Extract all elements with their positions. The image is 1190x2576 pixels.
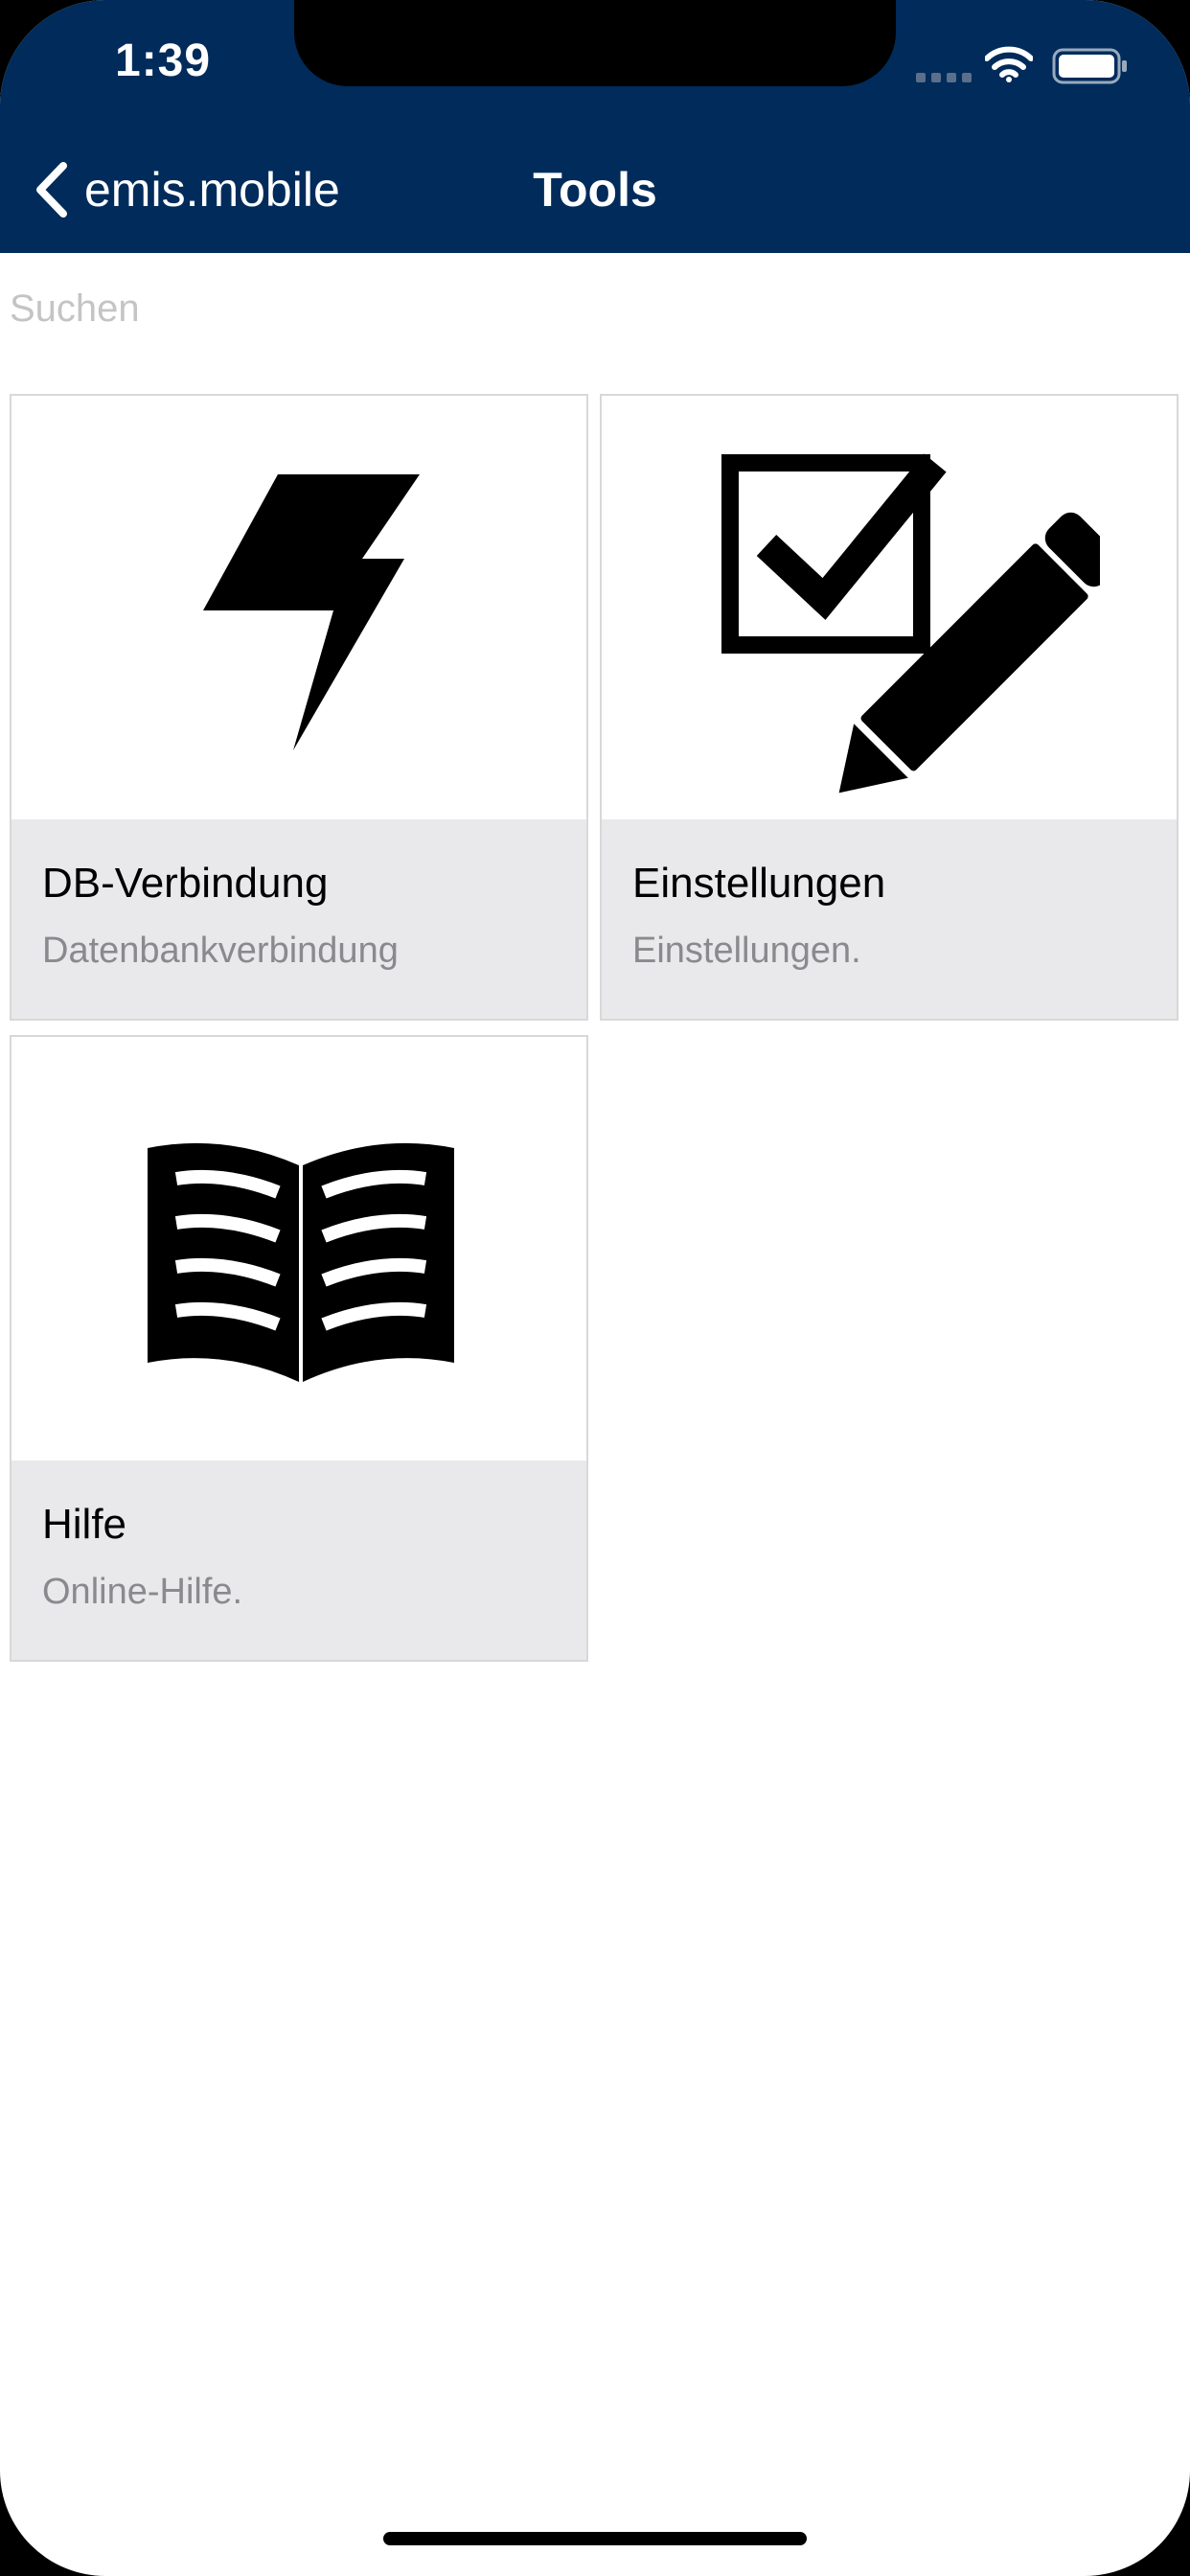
cellular-signal-icon [916,73,972,82]
battery-icon [1052,48,1127,84]
status-time: 1:39 [115,35,212,86]
tile-title: Hilfe [42,1501,127,1548]
back-button[interactable]: emis.mobile [31,151,340,228]
tile-subtitle: Online-Hilfe. [42,1572,243,1612]
tile-image [11,1037,586,1460]
lightning-bolt-icon [203,474,420,750]
tile-subtitle: Datenbankverbindung [42,931,399,971]
navigation-header: 1:39 emis.mobile Tools [0,0,1190,253]
tile-subtitle: Einstellungen. [632,931,861,971]
tile-caption: Hilfe Online-Hilfe. [11,1460,586,1660]
tile-hilfe[interactable]: Hilfe Online-Hilfe. [10,1035,588,1662]
search-input[interactable] [10,278,1159,339]
device-notch [294,0,896,86]
app-screen: 1:39 emis.mobile Tools Suchen DB-Verbind… [0,0,1190,2576]
tile-caption: DB-Verbindung Datenbankverbindung [11,819,586,1019]
tile-db-verbindung[interactable]: DB-Verbindung Datenbankverbindung [10,394,588,1021]
chevron-left-icon [36,162,67,218]
back-button-label: emis.mobile [84,163,340,217]
tile-title: Einstellungen [632,860,886,907]
tile-image [602,396,1177,819]
tile-caption: Einstellungen Einstellungen. [602,819,1177,1019]
checkbox-pencil-icon [721,453,1100,794]
open-book-icon [148,1142,454,1382]
tile-title: DB-Verbindung [42,860,329,907]
wifi-icon [985,46,1033,82]
tile-einstellungen[interactable]: Einstellungen Einstellungen. [600,394,1179,1021]
home-indicator[interactable] [383,2532,807,2545]
tile-image [11,396,586,819]
